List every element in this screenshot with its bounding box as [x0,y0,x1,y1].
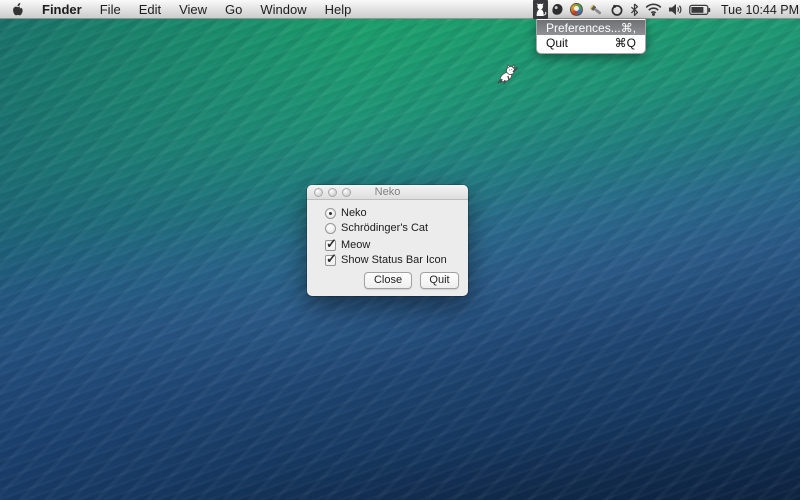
wifi-icon [645,3,662,16]
window-title: Neko [375,186,401,198]
dark-shell-icon[interactable] [551,0,564,19]
menu-item-quit-shortcut: ⌘Q [615,36,636,50]
neko-status-menu-button[interactable] [533,0,548,19]
menubar-item-help-label: Help [325,2,352,17]
color-globe-icon[interactable] [570,0,583,19]
battery-status[interactable] [689,0,711,19]
menubar-item-edit[interactable]: Edit [130,0,170,18]
menu-item-preferences-shortcut: ⌘, [621,21,636,35]
menubar-item-finder[interactable]: Finder [33,0,91,18]
bluetooth-status[interactable] [630,0,639,19]
radio-schrodingers-cat-label: Schrödinger's Cat [341,222,428,234]
volume-icon [668,3,683,16]
battery-icon [689,4,711,16]
menubar-clock[interactable]: Tue 10:44 PM [721,3,799,17]
menubar-item-help[interactable]: Help [316,0,361,18]
menubar-item-finder-label: Finder [42,2,82,17]
zoom-window-button[interactable] [342,188,351,197]
compass-icon [610,3,624,17]
traffic-lights [314,188,351,197]
shell-icon [551,3,564,16]
checkbox-meow[interactable] [325,240,336,251]
minimize-window-button[interactable] [328,188,337,197]
checkbox-meow-label: Meow [341,239,370,251]
globe-icon [570,3,583,16]
radio-row-schrodingers-cat[interactable]: Schrödinger's Cat [325,222,428,234]
volume-status[interactable] [668,0,683,19]
menubar-item-go-label: Go [225,2,242,17]
bluetooth-icon [630,3,639,17]
menu-item-quit[interactable]: Quit ⌘Q [537,35,645,50]
radio-schrodingers-cat[interactable] [325,223,336,234]
menubar-item-file[interactable]: File [91,0,130,18]
menu-item-preferences[interactable]: Preferences... ⌘, [537,20,645,35]
checkbox-row-show-status-bar-icon[interactable]: Show Status Bar Icon [325,254,447,266]
menubar-item-window[interactable]: Window [251,0,315,18]
neko-cat-icon [533,3,548,17]
menubar-left: Finder File Edit View Go Window Help [0,0,360,18]
menubar-item-edit-label: Edit [139,2,161,17]
menubar-item-view-label: View [179,2,207,17]
compass-ring-icon[interactable] [610,0,624,19]
quit-button[interactable]: Quit [420,272,459,289]
checkbox-show-status-bar-icon-label: Show Status Bar Icon [341,254,447,266]
wifi-status[interactable] [645,0,662,19]
close-window-button[interactable] [314,188,323,197]
checkbox-show-status-bar-icon[interactable] [325,255,336,266]
checkbox-row-meow[interactable]: Meow [325,239,370,251]
apple-logo-icon [12,2,24,16]
radio-row-neko[interactable]: Neko [325,207,367,219]
menu-item-preferences-label: Preferences... [546,21,621,35]
status-bar: Tue 10:44 PM [533,0,800,19]
menu-bar: Finder File Edit View Go Window Help [0,0,800,19]
torch-icon [589,3,604,17]
flashlight-icon[interactable] [589,0,604,19]
neko-cat-sprite [494,62,521,89]
neko-status-menu: Preferences... ⌘, Quit ⌘Q [536,19,646,54]
radio-neko-label: Neko [341,207,367,219]
menubar-item-window-label: Window [260,2,306,17]
menubar-item-go[interactable]: Go [216,0,251,18]
close-button[interactable]: Close [364,272,412,289]
menubar-item-file-label: File [100,2,121,17]
window-titlebar[interactable]: Neko [307,185,468,200]
menubar-item-view[interactable]: View [170,0,216,18]
radio-neko[interactable] [325,208,336,219]
menu-item-quit-label: Quit [546,36,615,50]
apple-menu[interactable] [0,0,33,18]
neko-window: Neko Neko Schrödinger's Cat Meow Show St… [307,185,468,296]
